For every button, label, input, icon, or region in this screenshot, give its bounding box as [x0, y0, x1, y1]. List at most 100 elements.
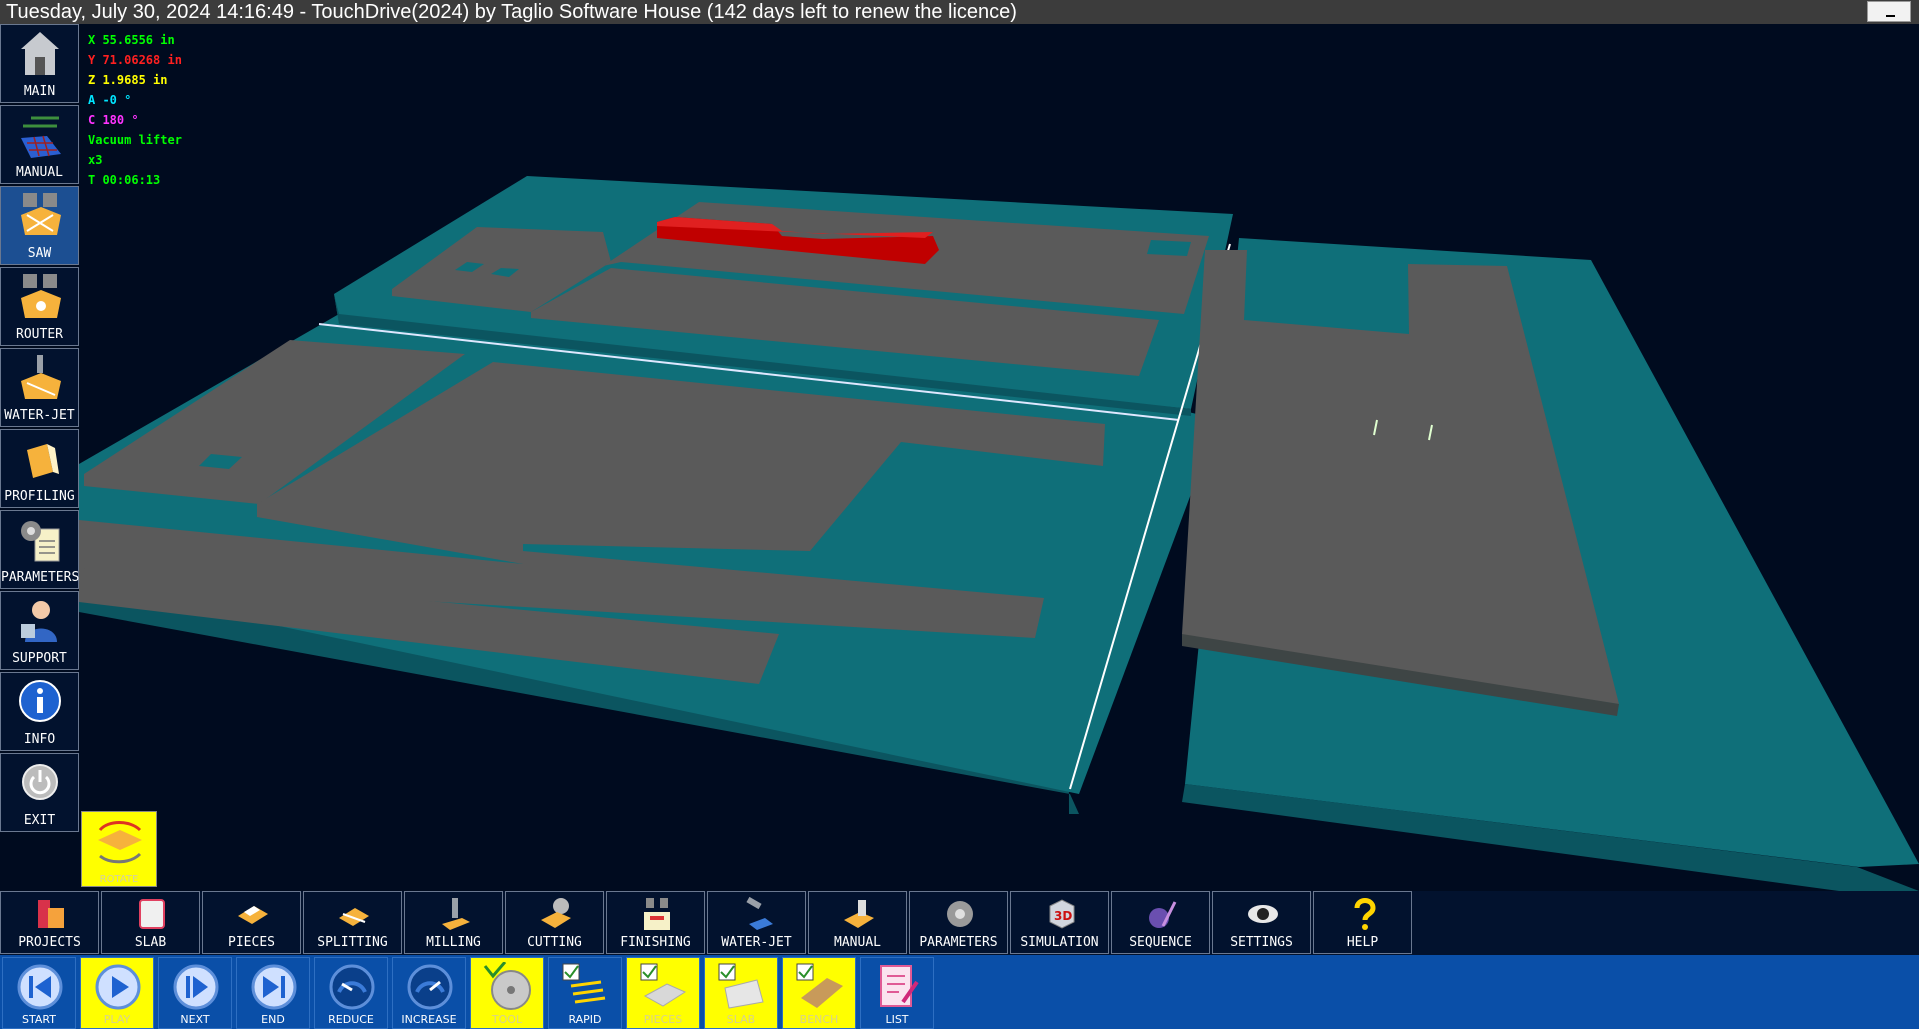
- saw-blade-icon: [483, 962, 531, 1010]
- speed-readout: x3: [88, 153, 103, 167]
- tool-readout: Vacuum lifter: [88, 133, 182, 147]
- projects-icon: [38, 900, 64, 928]
- toolbar-slab-button[interactable]: SLAB: [101, 891, 200, 954]
- toolbar-label: PIECES: [228, 935, 275, 950]
- rotate-icon: [98, 821, 142, 864]
- window-title: Tuesday, July 30, 2024 14:16:49 - TouchD…: [6, 1, 1017, 23]
- toolbar-label: SLAB: [134, 935, 167, 950]
- toolbar-finishing-button[interactable]: FINISHING: [606, 891, 705, 954]
- slab-check-icon: [718, 963, 764, 1009]
- menu-label: ROUTER: [16, 327, 63, 342]
- menu-exit-button[interactable]: EXIT: [0, 753, 79, 832]
- playback-label: RAPID: [568, 1013, 602, 1026]
- playback-tool-button[interactable]: TOOL: [470, 957, 544, 1029]
- bench-check-icon: [796, 963, 843, 1008]
- piece-hole: [1147, 240, 1191, 256]
- toolbar-milling-button[interactable]: MILLING: [404, 891, 503, 954]
- toolbar-sequence-button[interactable]: SEQUENCE: [1111, 891, 1210, 954]
- menu-water-jet-button[interactable]: WATER-JET: [0, 348, 79, 427]
- menu-support-button[interactable]: SUPPORT: [0, 591, 79, 670]
- menu-parameters-button[interactable]: PARAMETERS: [0, 510, 79, 589]
- splitting-icon: [339, 908, 369, 926]
- manual-icon: [844, 900, 874, 928]
- toolbar-splitting-button[interactable]: SPLITTING: [303, 891, 402, 954]
- milling-icon: [442, 898, 470, 930]
- play-icon: [95, 964, 141, 1010]
- menu-router-button[interactable]: ROUTER: [0, 267, 79, 346]
- menu-profiling-button[interactable]: PROFILING: [0, 429, 79, 508]
- minimize-icon: [1886, 15, 1895, 17]
- playback-label: PLAY: [103, 1013, 131, 1026]
- toolbar-label: SEQUENCE: [1129, 935, 1192, 950]
- toolbar-label: PROJECTS: [18, 935, 81, 950]
- menu-info-button[interactable]: INFO: [0, 672, 79, 751]
- toolbar-label: SETTINGS: [1230, 935, 1293, 950]
- menu-manual-button[interactable]: MANUAL: [0, 105, 79, 184]
- menu-saw-button[interactable]: SAW: [0, 186, 79, 265]
- toolbar-manual-button[interactable]: MANUAL: [808, 891, 907, 954]
- menu-label: SUPPORT: [12, 651, 67, 666]
- main-toolbar: PROJECTS SLAB PIECES SPLITTING MILLING C…: [0, 891, 1919, 955]
- playback-label: INCREASE: [401, 1013, 457, 1026]
- water-jet-icon: [21, 355, 61, 399]
- playback-pieces-button[interactable]: PIECES: [626, 957, 700, 1029]
- playback-increase-button[interactable]: INCREASE: [392, 957, 466, 1029]
- toolbar-projects-button[interactable]: PROJECTS: [0, 891, 99, 954]
- playback-end-button[interactable]: END: [236, 957, 310, 1029]
- speed-up-icon: [407, 964, 453, 1010]
- playback-label: REDUCE: [328, 1013, 374, 1026]
- toolbar-label: WATER-JET: [721, 935, 792, 950]
- home-icon: [21, 32, 59, 75]
- toolbar-parameters-button[interactable]: PARAMETERS: [909, 891, 1008, 954]
- menu-label: PARAMETERS: [1, 570, 80, 585]
- menu-label: MANUAL: [16, 165, 63, 180]
- menu-main-button[interactable]: MAIN: [0, 24, 79, 103]
- toolbar-label: SPLITTING: [317, 935, 388, 950]
- toolbar-pieces-button[interactable]: PIECES: [202, 891, 301, 954]
- toolbar-label: CUTTING: [527, 935, 582, 950]
- speed-down-icon: [329, 964, 375, 1010]
- rotate-button[interactable]: ROTATE: [81, 811, 157, 887]
- 3d-viewport[interactable]: [79, 24, 1919, 891]
- playback-reduce-button[interactable]: REDUCE: [314, 957, 388, 1029]
- playback-slab-button[interactable]: SLAB: [704, 957, 778, 1029]
- toolbar-cutting-button[interactable]: CUTTING: [505, 891, 604, 954]
- playback-label: BENCH: [799, 1013, 839, 1026]
- skip-end-icon: [251, 964, 297, 1010]
- playback-bench-button[interactable]: BENCH: [782, 957, 856, 1029]
- toolbar-help-button[interactable]: HELP: [1313, 891, 1412, 954]
- svg-text:3D: 3D: [1054, 909, 1072, 923]
- playback-list-button[interactable]: LIST: [860, 957, 934, 1029]
- pieces-check-icon: [640, 963, 687, 1007]
- playback-label: LIST: [885, 1013, 909, 1026]
- y-readout: Y 71.06268 in: [88, 53, 182, 67]
- cutting-icon: [541, 898, 571, 928]
- playback-play-button[interactable]: PLAY: [80, 957, 154, 1029]
- playback-label: START: [22, 1013, 56, 1026]
- toolbar-water-jet-button[interactable]: WATER-JET: [707, 891, 806, 954]
- toolbar-settings-button[interactable]: SETTINGS: [1212, 891, 1311, 954]
- menu-label: MAIN: [23, 84, 56, 99]
- toolbar-label: SIMULATION: [1020, 935, 1099, 950]
- toolbar-label: PARAMETERS: [919, 935, 998, 950]
- pieces-icon: [238, 906, 268, 924]
- playback-label: END: [261, 1013, 285, 1026]
- playback-toolbar: START PLAY NEXT END REDUCE INCREASE TOOL…: [0, 955, 1919, 1029]
- support-agent-icon: [21, 601, 57, 642]
- title-bar: Tuesday, July 30, 2024 14:16:49 - TouchD…: [0, 0, 1919, 24]
- x-readout: X 55.6556 in: [88, 33, 175, 47]
- skip-start-icon: [17, 964, 63, 1010]
- playback-label: PIECES: [643, 1013, 683, 1026]
- menu-label: PROFILING: [4, 489, 75, 504]
- playback-rapid-button[interactable]: RAPID: [548, 957, 622, 1029]
- 3d-cube-icon: 3D: [1049, 899, 1075, 929]
- minimize-button[interactable]: [1867, 1, 1911, 22]
- playback-next-button[interactable]: NEXT: [158, 957, 232, 1029]
- a-readout: A -0 °: [88, 93, 132, 107]
- axis-readout: X 55.6556 in Y 71.06268 in Z 1.9685 in A…: [88, 30, 182, 190]
- toolbar-simulation-button[interactable]: 3D SIMULATION: [1010, 891, 1109, 954]
- menu-label: WATER-JET: [4, 408, 75, 423]
- gear-icon: [947, 901, 973, 927]
- playback-label: NEXT: [180, 1013, 210, 1026]
- playback-start-button[interactable]: START: [2, 957, 76, 1029]
